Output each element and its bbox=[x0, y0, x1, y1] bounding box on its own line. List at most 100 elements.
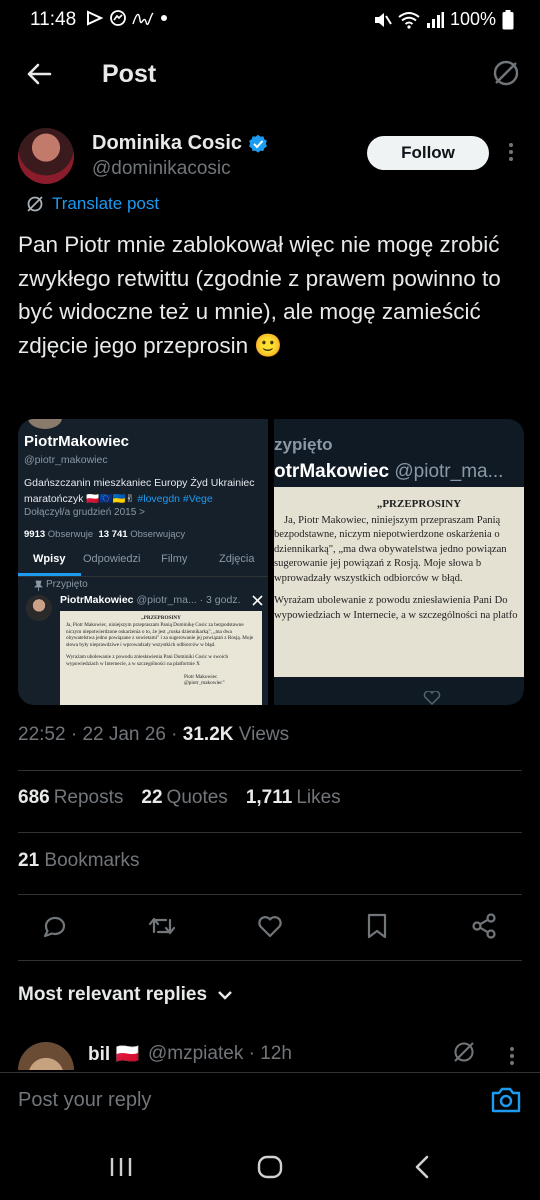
apology-document-large: „PRZEPROSINY Ja, Piotr Makowiec, niniejs… bbox=[274, 487, 524, 677]
divider bbox=[18, 770, 522, 771]
status-notification-icons bbox=[86, 10, 168, 26]
profile-joined: Dołączył/a grudzień 2015 > bbox=[24, 507, 145, 518]
reply-preview[interactable]: bil 🇵🇱 @mzpiatek · 12h bbox=[0, 1040, 540, 1070]
doc-spacer bbox=[274, 586, 524, 594]
doc-line: sugerowanie jej powiązań z Rosją. Moje s… bbox=[274, 558, 482, 569]
likes-count: 1,711 bbox=[245, 787, 293, 808]
signal-icon bbox=[426, 11, 444, 28]
home-icon[interactable] bbox=[256, 1154, 284, 1180]
system-navigation-bar bbox=[0, 1130, 540, 1200]
more-options-icon[interactable] bbox=[504, 140, 518, 164]
follow-button[interactable]: Follow bbox=[367, 136, 489, 170]
wifi-icon bbox=[398, 11, 420, 29]
like-icon[interactable] bbox=[256, 912, 284, 940]
pin-icon bbox=[34, 580, 43, 591]
doc-line: wypowiedziach w Internecie, a w szczegól… bbox=[274, 609, 518, 621]
reply-icon[interactable] bbox=[40, 912, 68, 940]
pinned-tweet-avatar bbox=[26, 595, 52, 621]
divider bbox=[18, 832, 522, 833]
heart-partial-icon bbox=[423, 691, 441, 705]
translate-small-icon bbox=[27, 196, 43, 212]
translate-label[interactable]: Translate post bbox=[52, 194, 159, 214]
pinned-tweet-author: PiotrMakowiec bbox=[60, 594, 134, 606]
author-handle[interactable]: @dominikacosic bbox=[92, 158, 231, 180]
doc-title-large: „PRZEPROSINY bbox=[376, 498, 462, 510]
tweet-author-large: otrMakowiec bbox=[274, 461, 390, 482]
media-image-2[interactable]: zypięto otrMakowiec @piotr_ma... „PRZEPR… bbox=[274, 419, 524, 705]
reply-more-icon[interactable] bbox=[505, 1044, 519, 1068]
translate-post-link[interactable]: Translate post bbox=[26, 194, 159, 214]
bookmark-icon[interactable] bbox=[364, 912, 390, 940]
back-nav-icon[interactable] bbox=[412, 1154, 432, 1180]
top-bar: Post bbox=[0, 50, 540, 100]
recent-apps-icon[interactable] bbox=[108, 1156, 134, 1178]
replies-sort-label[interactable]: Most relevant replies bbox=[18, 984, 207, 1006]
pinned-tweet-header: PiotrMakowiec @piotr_ma... · 3 godz. bbox=[60, 594, 241, 606]
status-bar: 11:48 100% bbox=[0, 0, 540, 40]
quotes-label: Quotes bbox=[166, 787, 228, 808]
likes-label: Likes bbox=[296, 787, 341, 808]
x-logo-icon bbox=[252, 595, 263, 606]
pinned-label-large: zypięto bbox=[274, 435, 333, 454]
post-time: 22:52 bbox=[18, 724, 66, 745]
signature-app-icon bbox=[132, 12, 154, 26]
pinned-label: Przypięto bbox=[46, 579, 88, 590]
doc-line: Wyrażam ubolewanie z powodu zniesławieni… bbox=[274, 595, 508, 606]
share-icon[interactable] bbox=[470, 912, 498, 940]
pinned-tweet-header-large: otrMakowiec @piotr_ma... bbox=[274, 461, 503, 483]
doc-line: wprowadzały wszystkich odbiorców w błąd. bbox=[274, 572, 463, 584]
profile-bio: Gdańszczanin mieszkaniec Europy Żyd Ukra… bbox=[24, 475, 264, 507]
reposts-count: 686 bbox=[18, 787, 50, 808]
reply-composer[interactable]: Post your reply bbox=[0, 1072, 540, 1130]
profile-avatar-partial bbox=[26, 419, 64, 431]
post-media[interactable]: PiotrMakowiec @piotr_makowiec Gdańszczan… bbox=[18, 419, 524, 705]
author-name-row[interactable]: Dominika Cosic bbox=[92, 132, 268, 155]
translate-icon[interactable] bbox=[491, 58, 521, 88]
action-bar bbox=[0, 908, 540, 948]
bookmarks-label: Bookmarks bbox=[44, 850, 140, 871]
reply-author-handle: @mzpiatek · 12h bbox=[148, 1043, 292, 1064]
quotes-stat[interactable]: 22 Quotes bbox=[141, 787, 227, 809]
reply-input[interactable]: Post your reply bbox=[18, 1089, 151, 1112]
profile-tabs: Wpisy Odpowiedzi Filmy Zdjęcia bbox=[18, 547, 268, 577]
post-text: Pan Piotr mnie zablokował więc nie mogę … bbox=[18, 232, 507, 358]
profile-bio-tags: #lovegdn #Vege bbox=[137, 493, 213, 505]
doc-line: Ja, Piotr Makowiec, niniejszym przeprasz… bbox=[284, 514, 501, 526]
reposts-stat[interactable]: 686 Reposts bbox=[18, 787, 123, 809]
following-count: 9913 bbox=[24, 529, 46, 540]
doc-title: „PRZEPROSINY bbox=[141, 615, 181, 621]
divider bbox=[18, 960, 522, 961]
profile-tab: Zdjęcia bbox=[219, 553, 255, 565]
media-image-1[interactable]: PiotrMakowiec @piotr_makowiec Gdańszczan… bbox=[18, 419, 268, 705]
battery-icon bbox=[502, 9, 514, 29]
profile-tab: Odpowiedzi bbox=[83, 553, 141, 565]
profile-name: PiotrMakowiec bbox=[24, 433, 130, 450]
followers-label: Obserwujący bbox=[130, 529, 186, 540]
camera-icon[interactable] bbox=[490, 1085, 522, 1115]
replies-sort-dropdown[interactable]: Most relevant replies bbox=[18, 984, 233, 1006]
chevron-down-icon bbox=[218, 991, 232, 1000]
reposts-label: Reposts bbox=[53, 787, 124, 808]
play-icon bbox=[87, 10, 104, 26]
reply-avatar[interactable] bbox=[18, 1042, 74, 1070]
bookmarks-stat[interactable]: 21 Bookmarks bbox=[18, 850, 139, 872]
author-avatar[interactable] bbox=[18, 128, 74, 184]
status-right: 100% bbox=[372, 9, 514, 30]
profile-handle: @piotr_makowiec bbox=[24, 454, 108, 466]
tweet-handle-large: @piotr_ma... bbox=[394, 461, 504, 482]
profile-tab: Wpisy bbox=[18, 547, 81, 576]
likes-stat[interactable]: 1,711 Likes bbox=[246, 787, 341, 809]
profile-tab: Filmy bbox=[161, 553, 188, 565]
post-meta: 22:52 · 22 Jan 26 · 31.2K Views bbox=[18, 724, 290, 745]
views-label: Views bbox=[238, 724, 290, 745]
repost-icon[interactable] bbox=[146, 912, 178, 940]
translate-reply-icon[interactable] bbox=[452, 1040, 476, 1064]
reply-author-name[interactable]: bil 🇵🇱 bbox=[88, 1042, 139, 1066]
verified-badge-icon bbox=[249, 134, 267, 153]
page-title: Post bbox=[102, 60, 157, 88]
author-name[interactable]: Dominika Cosic bbox=[92, 132, 242, 155]
battery-percent: 100% bbox=[449, 9, 496, 29]
arrow-left-icon[interactable] bbox=[26, 62, 52, 86]
doc-sign-handle: @piotr_makowiec" bbox=[184, 680, 225, 687]
doc-line: bezpodstawne, niczym niepotwierdzone osk… bbox=[274, 529, 500, 540]
